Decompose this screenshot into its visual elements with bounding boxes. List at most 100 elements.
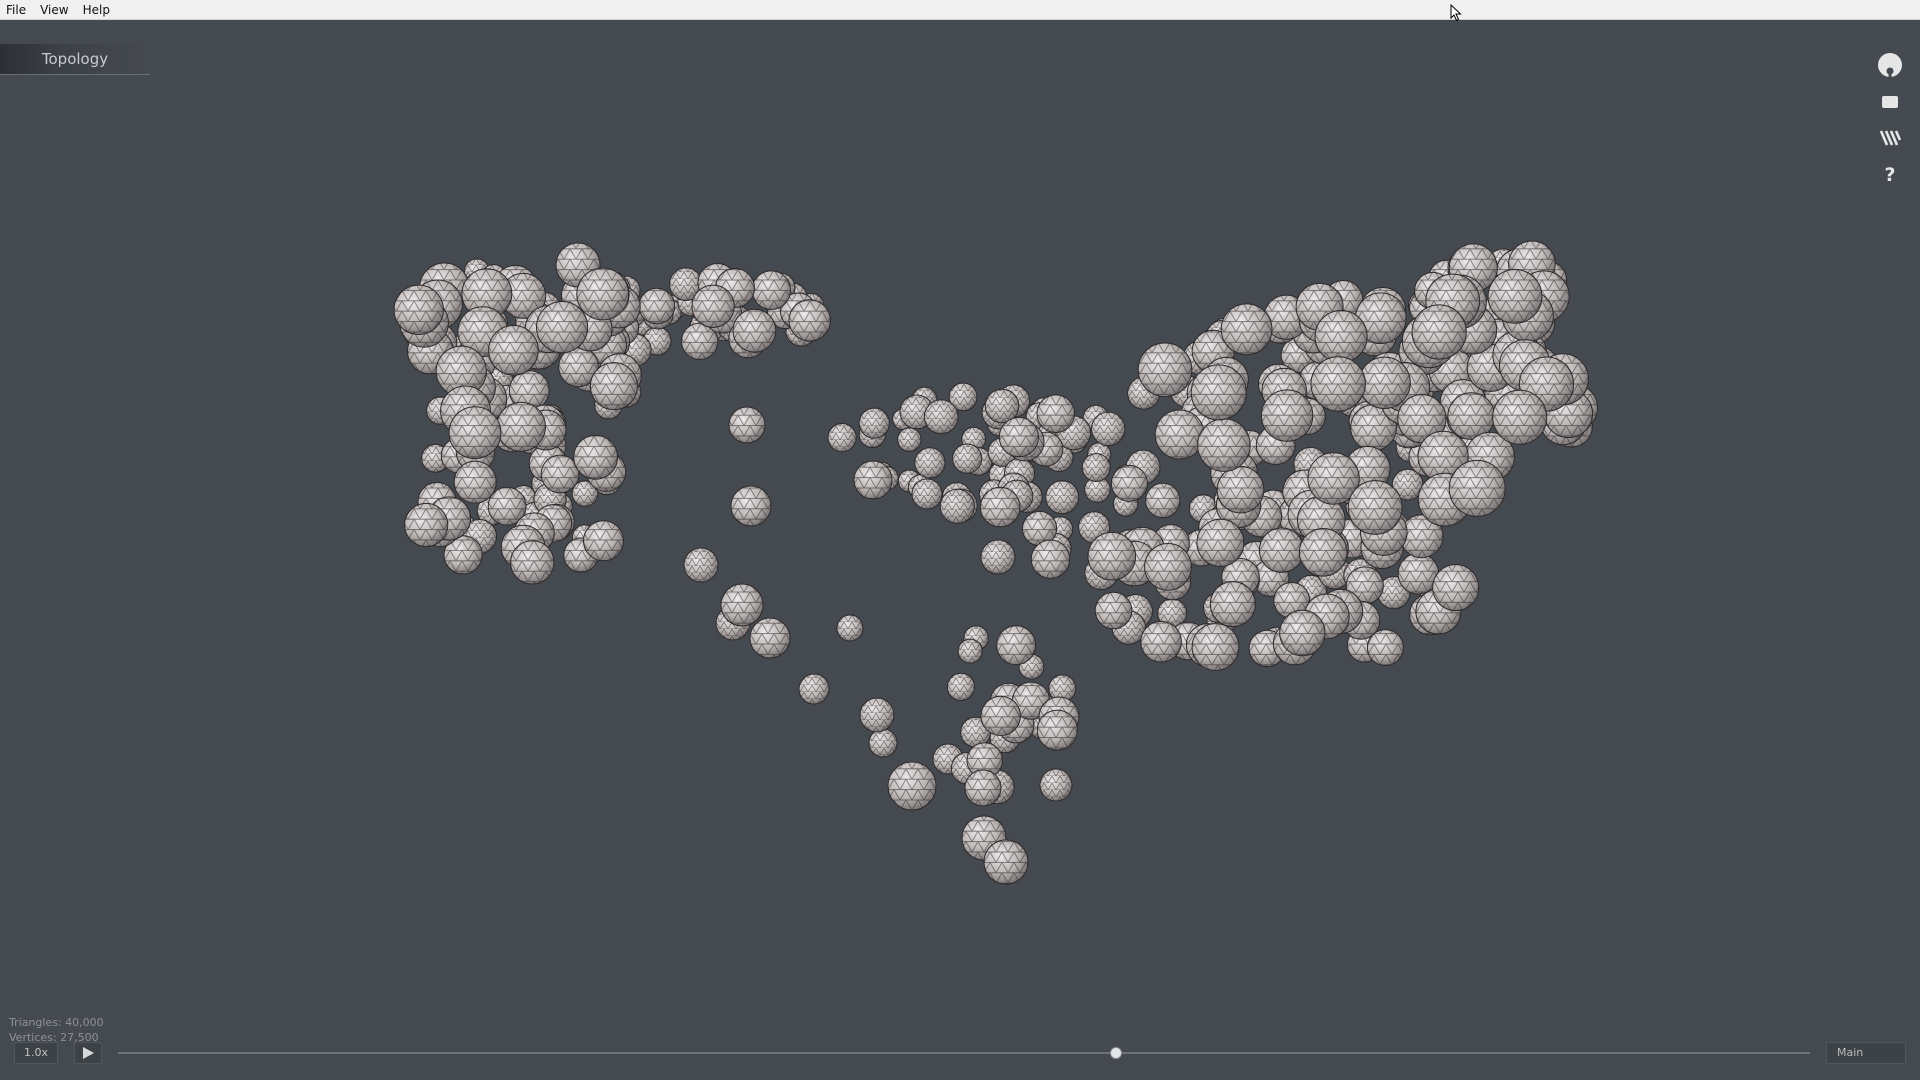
- help-button[interactable]: ?: [1872, 158, 1908, 190]
- sphere-mesh: [1091, 412, 1125, 446]
- help-icon: ?: [1884, 164, 1895, 185]
- sphere-mesh: [984, 840, 1028, 884]
- sphere-mesh: [1217, 466, 1264, 513]
- sphere-mesh: [981, 540, 1015, 574]
- sphere-mesh: [799, 674, 829, 704]
- sphere-mesh: [1155, 410, 1205, 459]
- sphere-mesh: [751, 270, 791, 310]
- sphere-mesh: [1449, 460, 1506, 517]
- sphere-mesh: [1037, 394, 1075, 433]
- sphere-mesh: [981, 696, 1021, 736]
- sphere-mesh: [404, 503, 448, 547]
- sphere-mesh: [1040, 769, 1072, 801]
- screen-icon: [1882, 96, 1898, 108]
- render-sphere-icon: [1878, 53, 1902, 79]
- sphere-mesh: [1492, 390, 1547, 445]
- sphere-mesh: [1412, 304, 1467, 360]
- sphere-mesh: [869, 729, 897, 757]
- menu-view[interactable]: View: [33, 0, 75, 20]
- play-icon: [83, 1047, 94, 1059]
- sphere-mesh: [912, 479, 942, 509]
- timeline-handle[interactable]: [1110, 1047, 1123, 1059]
- timeline-slider[interactable]: [118, 1046, 1810, 1060]
- 3d-viewport[interactable]: Topology ? Triangles: 40,000 Vertices: 2…: [0, 20, 1920, 1080]
- sphere-mesh: [1111, 465, 1148, 502]
- sphere-mesh: [1037, 710, 1078, 751]
- triangle-count: Triangles: 40,000: [9, 1016, 104, 1029]
- sphere-mesh: [940, 489, 975, 524]
- sphere-mesh: [449, 406, 501, 459]
- sphere-mesh: [1196, 519, 1244, 567]
- sphere-mesh: [1221, 303, 1272, 355]
- menu-file[interactable]: File: [0, 0, 33, 20]
- sphere-mesh: [541, 455, 579, 493]
- playback-bar: 1.0x Main: [0, 1040, 1920, 1068]
- sphere-mesh: [576, 268, 629, 320]
- sphere-mesh: [1210, 581, 1256, 627]
- sphere-mesh: [1191, 364, 1247, 420]
- sphere-mesh: [965, 770, 1001, 806]
- sphere-mesh: [1088, 532, 1136, 580]
- sphere-mesh: [828, 423, 857, 452]
- sphere-mesh: [1192, 623, 1239, 671]
- sphere-mesh: [583, 520, 624, 561]
- sphere-mesh: [1144, 543, 1192, 591]
- sphere-mesh: [924, 399, 959, 434]
- sphere-mesh: [1488, 269, 1542, 324]
- sphere-mesh: [721, 584, 763, 626]
- sphere-mesh: [573, 435, 618, 480]
- sphere-mesh: [947, 673, 975, 701]
- sphere-mesh: [1082, 453, 1111, 482]
- sphere-mesh: [859, 408, 890, 439]
- sphere-mesh: [1095, 592, 1132, 629]
- sphere-mesh: [860, 698, 894, 732]
- sphere-mesh: [488, 325, 539, 376]
- screen-button[interactable]: [1872, 86, 1908, 118]
- stripes-icon: [1879, 130, 1901, 146]
- sphere-mesh: [1279, 610, 1326, 656]
- menu-bar: File View Help: [0, 0, 1920, 22]
- sphere-mesh: [1259, 528, 1304, 573]
- sphere-mesh: [1145, 483, 1181, 518]
- sphere-mesh: [1299, 528, 1347, 577]
- sphere-cloud-render: [393, 240, 1598, 885]
- sphere-mesh: [1140, 621, 1182, 662]
- sphere-mesh: [536, 301, 588, 353]
- sphere-mesh: [789, 299, 831, 342]
- camera-select[interactable]: Main: [1826, 1042, 1906, 1064]
- menu-help[interactable]: Help: [76, 0, 117, 20]
- sphere-mesh: [958, 639, 983, 664]
- sphere-mesh: [750, 618, 790, 658]
- play-button[interactable]: [74, 1042, 102, 1064]
- sphere-mesh: [1358, 357, 1411, 409]
- render-sphere-button[interactable]: [1872, 50, 1908, 82]
- sphere-mesh: [1197, 418, 1251, 472]
- viewport-tab-title: Topology: [41, 50, 109, 68]
- sphere-mesh: [854, 461, 892, 499]
- sphere-mesh: [888, 762, 936, 810]
- sphere-mesh: [729, 407, 765, 443]
- playback-speed[interactable]: 1.0x: [14, 1042, 58, 1064]
- sphere-mesh: [999, 417, 1039, 457]
- sphere-mesh: [691, 285, 735, 328]
- sphere-mesh: [1045, 480, 1079, 514]
- sphere-mesh: [980, 487, 1020, 527]
- sphere-mesh: [1348, 480, 1403, 535]
- viewport-tab[interactable]: Topology: [0, 44, 150, 75]
- sphere-mesh: [1315, 310, 1368, 363]
- sphere-mesh: [996, 625, 1036, 665]
- sphere-mesh: [914, 447, 946, 478]
- sphere-mesh: [897, 427, 921, 452]
- sphere-mesh: [394, 285, 444, 335]
- sphere-mesh: [731, 486, 771, 526]
- sphere-mesh: [1311, 356, 1366, 412]
- svg-text:?: ?: [1884, 164, 1895, 185]
- sphere-mesh: [510, 540, 554, 585]
- sphere-mesh: [952, 444, 982, 474]
- sphere-mesh: [1432, 564, 1479, 611]
- stripes-button[interactable]: [1872, 122, 1908, 154]
- sphere-mesh: [1261, 389, 1313, 442]
- timeline-track: [118, 1052, 1810, 1054]
- sphere-mesh: [837, 615, 863, 641]
- sphere-mesh: [1031, 540, 1070, 579]
